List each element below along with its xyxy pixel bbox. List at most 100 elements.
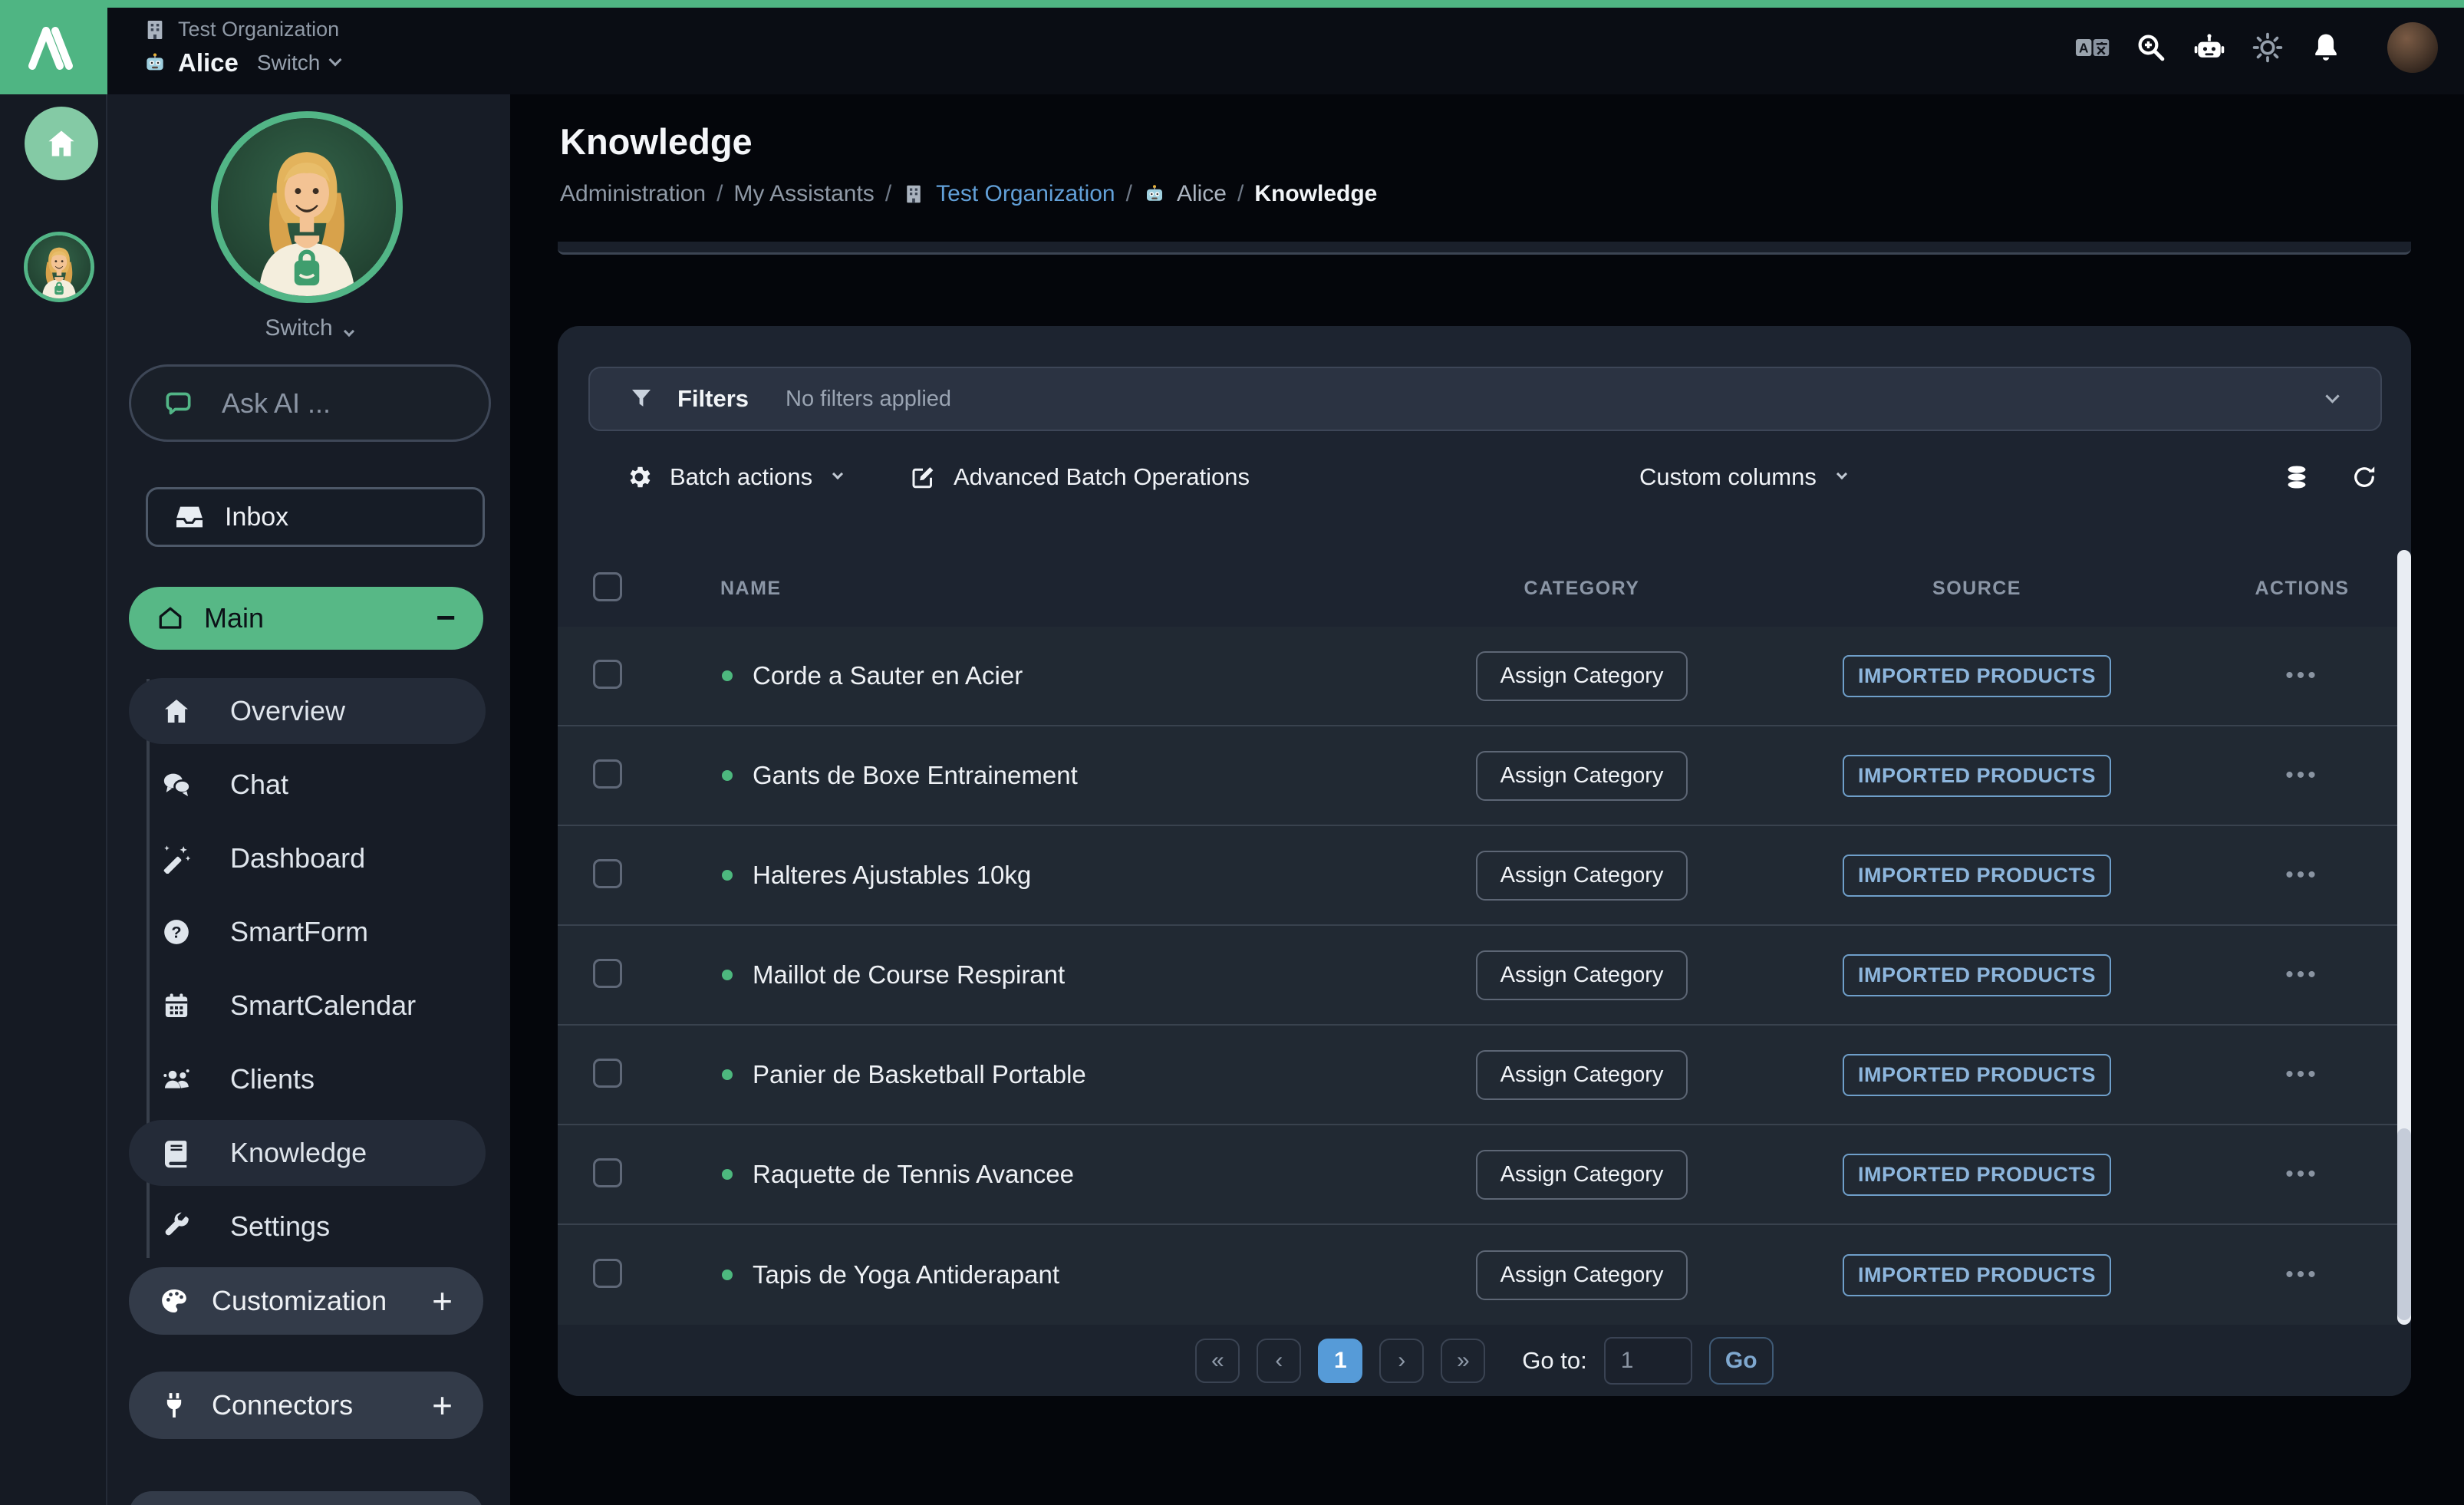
goto-page-go-button[interactable]: Go [1709, 1337, 1774, 1385]
breadcrumb-my-assistants[interactable]: My Assistants [733, 181, 874, 207]
row-checkbox[interactable] [593, 959, 622, 988]
select-all-checkbox[interactable] [593, 572, 622, 601]
inbox-label: Inbox [225, 502, 288, 532]
row-checkbox[interactable] [593, 660, 622, 689]
scrollbar-thumb[interactable] [2397, 1128, 2411, 1320]
row-name[interactable]: Raquette de Tennis Avancee [753, 1160, 1074, 1189]
assign-category-button[interactable]: Assign Category [1476, 1150, 1688, 1200]
batch-actions-label: Batch actions [670, 463, 812, 491]
table-scrollbar[interactable] [2397, 550, 2411, 1325]
row-name[interactable]: Panier de Basketball Portable [753, 1060, 1086, 1089]
assistant-button[interactable] [2192, 31, 2226, 64]
pagination-prev-button[interactable]: ‹ [1257, 1339, 1301, 1383]
org-switcher[interactable]: Test Organization Alice Switch [143, 18, 340, 77]
nav-group-main[interactable]: Main − [129, 587, 483, 650]
row-actions-button[interactable]: ••• [2285, 1262, 2319, 1288]
row-actions-button[interactable]: ••• [2285, 663, 2319, 689]
column-header-category[interactable]: CATEGORY [1417, 578, 1747, 600]
filters-bar[interactable]: Filters No filters applied [588, 367, 2382, 431]
assign-category-button[interactable]: Assign Category [1476, 950, 1688, 1000]
row-checkbox[interactable] [593, 759, 622, 789]
assistant-switch-label[interactable]: Switch [257, 51, 320, 75]
row-name[interactable]: Corde a Sauter en Acier [753, 661, 1023, 690]
robot-icon [1143, 183, 1166, 206]
sidebar-item-smartcalendar[interactable]: SmartCalendar [107, 969, 510, 1042]
refresh-button[interactable] [2350, 463, 2378, 491]
sidebar-item-label: SmartCalendar [230, 990, 416, 1022]
sidebar-item-settings[interactable]: Settings [107, 1190, 510, 1263]
sidebar-item-dashboard[interactable]: Dashboard [107, 822, 510, 895]
row-name[interactable]: Gants de Boxe Entrainement [753, 761, 1078, 790]
assign-category-button[interactable]: Assign Category [1476, 851, 1688, 901]
row-actions-button[interactable]: ••• [2285, 1161, 2319, 1187]
filter-funnel-icon [628, 386, 654, 412]
row-actions-button[interactable]: ••• [2285, 862, 2319, 888]
breadcrumb: Administration / My Assistants / Test Or… [560, 181, 1377, 207]
row-actions-button[interactable]: ••• [2285, 762, 2319, 789]
batch-actions-button[interactable]: Batch actions [625, 463, 842, 491]
table-row: Maillot de Course Respirant Assign Categ… [558, 926, 2397, 1026]
advanced-batch-operations-button[interactable]: Advanced Batch Operations [909, 463, 1250, 491]
theme-toggle-button[interactable] [2251, 31, 2284, 64]
breadcrumb-assistant[interactable]: Alice [1177, 181, 1227, 207]
goto-page-input[interactable] [1604, 1337, 1692, 1385]
breadcrumb-organization[interactable]: Test Organization [936, 181, 1115, 207]
app-logo[interactable] [0, 0, 107, 94]
pagination-page-1[interactable]: 1 [1318, 1339, 1362, 1383]
sidebar-item-overview[interactable]: Overview [107, 674, 510, 748]
row-checkbox[interactable] [593, 859, 622, 888]
row-name[interactable]: Tapis de Yoga Antiderapant [753, 1260, 1059, 1289]
row-name[interactable]: Maillot de Course Respirant [753, 960, 1065, 990]
database-view-button[interactable] [2283, 463, 2311, 491]
assign-category-button[interactable]: Assign Category [1476, 1050, 1688, 1100]
question-circle-icon: ? [161, 917, 192, 947]
topbar: Test Organization Alice Switch A [0, 0, 2464, 94]
sidebar-item-knowledge[interactable]: Knowledge [107, 1116, 510, 1190]
row-actions-button[interactable]: ••• [2285, 962, 2319, 988]
assistant-profile-avatar[interactable] [211, 111, 403, 303]
table-row: Panier de Basketball Portable Assign Cat… [558, 1026, 2397, 1125]
sidebar-item-clients[interactable]: Clients [107, 1042, 510, 1116]
source-badge: IMPORTED PRODUCTS [1843, 755, 2111, 797]
row-checkbox[interactable] [593, 1158, 622, 1187]
chevron-down-icon [329, 53, 342, 66]
sidebar-item-smartform[interactable]: ? SmartForm [107, 895, 510, 969]
nav-group-connectors[interactable]: Connectors + [129, 1372, 483, 1439]
sidebar-item-label: Knowledge [230, 1137, 367, 1169]
home-outline-icon [156, 604, 184, 632]
expand-icon[interactable]: + [432, 1280, 453, 1322]
breadcrumb-administration[interactable]: Administration [560, 181, 706, 207]
zoom-search-button[interactable] [2134, 31, 2168, 64]
rail-assistant-avatar[interactable] [24, 232, 94, 302]
pagination-first-button[interactable]: « [1195, 1339, 1240, 1383]
custom-columns-button[interactable]: Custom columns [1639, 463, 1846, 491]
assign-category-button[interactable]: Assign Category [1476, 651, 1688, 701]
building-icon [143, 18, 167, 42]
assign-category-button[interactable]: Assign Category [1476, 751, 1688, 801]
status-dot-icon [722, 1270, 733, 1280]
rail-home-button[interactable] [25, 107, 98, 180]
column-header-name[interactable]: NAME [650, 578, 1417, 600]
nav-group-customization[interactable]: Customization + [129, 1267, 483, 1335]
nav-group-label: Customization [212, 1285, 387, 1317]
sidebar-item-chat[interactable]: Chat [107, 748, 510, 822]
pagination-next-button[interactable]: › [1379, 1339, 1424, 1383]
ask-ai-input[interactable]: Ask AI ... [129, 364, 491, 442]
svg-text:?: ? [171, 923, 181, 942]
inbox-button[interactable]: Inbox [146, 487, 485, 547]
pagination-last-button[interactable]: » [1441, 1339, 1485, 1383]
row-actions-button[interactable]: ••• [2285, 1062, 2319, 1088]
assistant-switch[interactable]: Switch [107, 315, 510, 341]
expand-icon[interactable]: + [432, 1385, 453, 1426]
user-avatar[interactable] [2387, 22, 2438, 73]
row-checkbox[interactable] [593, 1259, 622, 1288]
row-checkbox[interactable] [593, 1059, 622, 1088]
book-icon [161, 1138, 192, 1168]
assign-category-button[interactable]: Assign Category [1476, 1250, 1688, 1300]
row-name[interactable]: Halteres Ajustables 10kg [753, 861, 1031, 890]
notifications-button[interactable] [2309, 31, 2343, 64]
translate-button[interactable]: A [2076, 31, 2110, 64]
assistant-avatar-illustration [218, 118, 396, 296]
table-row: Corde a Sauter en Acier Assign Category … [558, 627, 2397, 726]
column-header-source[interactable]: SOURCE [1747, 578, 2207, 600]
